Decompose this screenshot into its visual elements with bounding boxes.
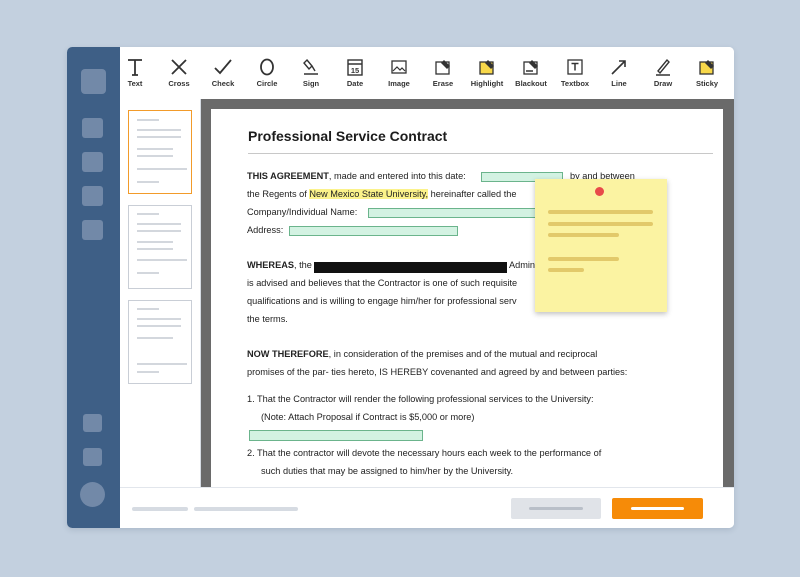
agreement-bold: THIS AGREEMENT: [247, 171, 329, 181]
sidebar-item-settings[interactable]: [83, 448, 102, 466]
page-thumbnail-1[interactable]: [128, 110, 192, 194]
item-1-note: (Note: Attach Proposal if Contract is $5…: [261, 412, 475, 422]
title-divider: [248, 153, 713, 154]
whereas-line-2: is advised and believes that the Contrac…: [247, 278, 518, 288]
page-thumbnail-3[interactable]: [128, 300, 192, 384]
whereas-line-3: qualifications and is willing to engage …: [247, 296, 517, 306]
sticky-pin-icon: [595, 187, 604, 196]
company-name-field[interactable]: [368, 208, 538, 218]
footer-bar: [120, 487, 734, 528]
sticky-line: [548, 268, 584, 272]
tool-sign[interactable]: Sign: [289, 47, 333, 99]
highlighted-university[interactable]: New Mexico State University,: [309, 189, 429, 199]
tool-label: Sticky: [695, 79, 719, 88]
highlight-icon: [479, 60, 494, 75]
left-sidebar: [67, 47, 120, 528]
tool-textbox[interactable]: Textbox: [553, 47, 597, 99]
sidebar-item-4[interactable]: [82, 220, 103, 240]
tool-image[interactable]: Image: [377, 47, 421, 99]
agreement-line-1: THIS AGREEMENT, made and entered into th…: [247, 171, 466, 181]
item-2-text: 2. That the contractor will devote the n…: [247, 448, 602, 458]
company-name-label: Company/Individual Name:: [247, 207, 358, 217]
sticky-note[interactable]: [535, 179, 667, 312]
page-thumbnails: [120, 99, 201, 487]
therefore-line-1: NOW THEREFORE, in consideration of the p…: [247, 349, 597, 359]
address-field[interactable]: [289, 226, 458, 236]
sidebar-item-1[interactable]: [82, 118, 103, 138]
therefore-line-2: promises of the par- ties hereto, IS HER…: [247, 367, 628, 377]
therefore-text: , in consideration of the premises and o…: [328, 349, 598, 359]
hereinafter-text: hereinafter called the: [428, 189, 517, 199]
date-icon: 15: [347, 59, 363, 76]
therefore-bold: NOW THEREFORE: [247, 349, 329, 359]
tool-erase[interactable]: Erase: [421, 47, 465, 99]
date-icon-day: 15: [351, 66, 359, 75]
textbox-icon: [567, 59, 583, 75]
text-icon: [128, 59, 142, 76]
tool-check[interactable]: Check: [201, 47, 245, 99]
whereas-line-4: the terms.: [247, 314, 288, 324]
user-avatar[interactable]: [80, 482, 105, 507]
check-icon: [214, 59, 232, 75]
footer-placeholder-1: [132, 507, 188, 511]
sticky-line: [548, 233, 619, 237]
image-icon: [391, 60, 407, 74]
sticky-icon: [699, 60, 714, 75]
sign-icon: [303, 58, 318, 75]
sidebar-item-3[interactable]: [82, 186, 103, 206]
tool-date[interactable]: 15 Date: [333, 47, 377, 99]
item-1-text: 1. That the Contractor will render the f…: [247, 394, 594, 404]
agreement-text-a: , made and entered into this date:: [328, 171, 466, 181]
primary-button[interactable]: [612, 498, 703, 519]
sidebar-item-help[interactable]: [83, 414, 102, 432]
cross-icon: [171, 59, 187, 75]
blackout-icon: [523, 60, 538, 75]
services-field[interactable]: [249, 430, 423, 441]
whereas-bold: WHEREAS: [247, 260, 294, 270]
whereas-line-1: WHEREAS, the: [247, 260, 312, 270]
sticky-line: [548, 210, 653, 214]
whereas-the: , the: [293, 260, 312, 270]
sidebar-item-2[interactable]: [82, 152, 103, 172]
tool-blackout[interactable]: Blackout: [509, 47, 553, 99]
tool-sticky[interactable]: Sticky: [685, 47, 729, 99]
sticky-line: [548, 222, 653, 226]
line-icon: [611, 60, 626, 75]
tool-highlight[interactable]: Highlight: [465, 47, 509, 99]
whereas-admin: Admin: [509, 260, 536, 270]
item-2-line-2: such duties that may be assigned to him/…: [261, 466, 514, 476]
footer-placeholder-2: [194, 507, 298, 511]
regents-text: the Regents of: [247, 189, 310, 199]
annotation-toolbar: Text Cross Check Circle Sign 15 Date Ima…: [120, 47, 734, 99]
agreement-line-2: the Regents of New Mexico State Universi…: [247, 189, 516, 199]
circle-icon: [260, 58, 274, 76]
app-logo[interactable]: [81, 69, 106, 94]
tool-draw[interactable]: Draw: [641, 47, 685, 99]
tool-cross[interactable]: Cross: [157, 47, 201, 99]
blackout-redaction[interactable]: [314, 262, 507, 273]
page-thumbnail-2[interactable]: [128, 205, 192, 289]
erase-icon: [435, 60, 450, 75]
tool-circle[interactable]: Circle: [245, 47, 289, 99]
address-label: Address:: [247, 225, 284, 235]
tool-text[interactable]: Text: [113, 47, 157, 99]
document-title: Professional Service Contract: [248, 128, 448, 144]
sticky-line: [548, 257, 619, 261]
secondary-button[interactable]: [511, 498, 601, 519]
draw-icon: [656, 58, 670, 76]
tool-line[interactable]: Line: [597, 47, 641, 99]
